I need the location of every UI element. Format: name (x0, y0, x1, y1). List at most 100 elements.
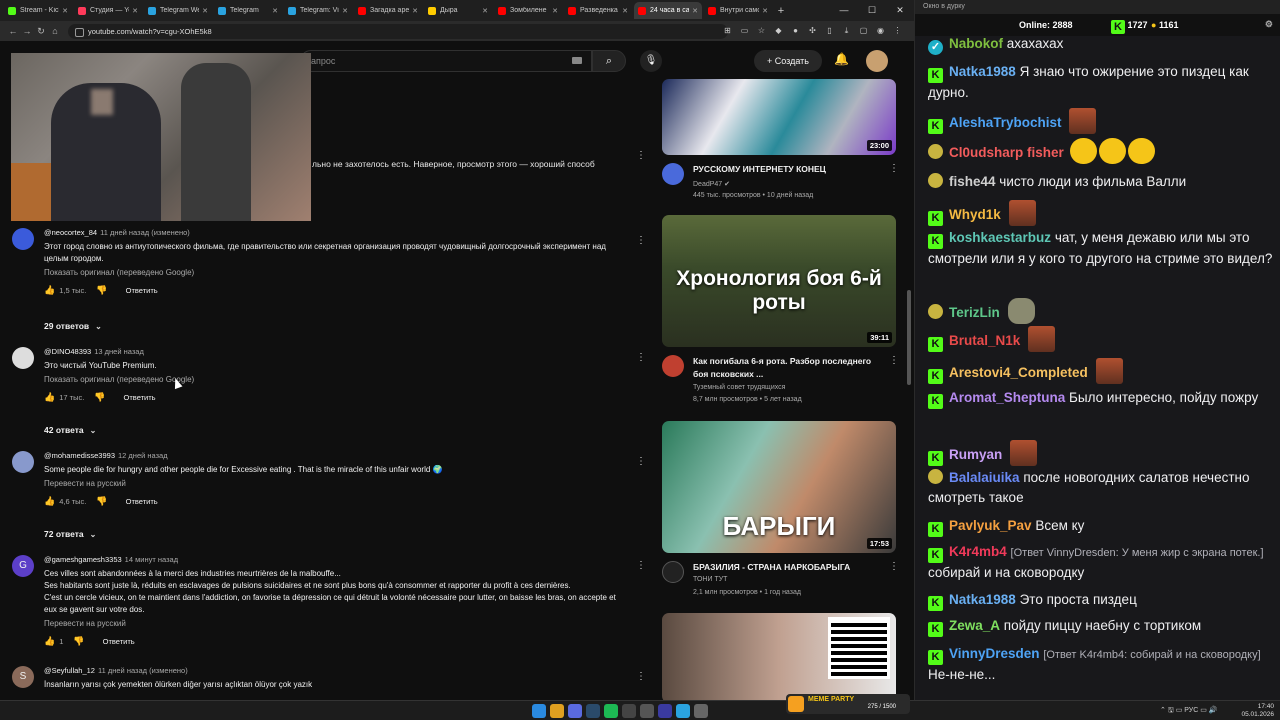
chat-username[interactable]: Pavlyuk_Pav (949, 518, 1032, 533)
reply-button[interactable]: Ответить (126, 497, 158, 506)
app-icon[interactable] (622, 704, 636, 718)
home-icon[interactable]: ⌂ (48, 26, 62, 36)
chat-username[interactable]: Cl0udsharp fisher (949, 145, 1064, 160)
forward-icon[interactable]: → (20, 26, 34, 36)
like-icon[interactable]: 👍 (44, 392, 55, 403)
bookmark-star-icon[interactable]: ☆ (753, 24, 770, 38)
comment-time[interactable]: 13 дней назад (94, 347, 144, 356)
chat-username[interactable]: Whyd1k (949, 207, 1001, 222)
comment-author[interactable]: @gameshgamesh3353 (44, 555, 122, 564)
comment-time[interactable]: 14 минут назад (125, 555, 178, 564)
browser-tab[interactable]: Зомбилене ✕ (494, 2, 562, 19)
chat-username[interactable]: Nabokof (949, 36, 1003, 51)
menu-icon[interactable]: ⋮ (889, 24, 906, 38)
back-icon[interactable]: ← (6, 26, 20, 36)
tab-close-icon[interactable]: ✕ (549, 7, 558, 15)
steam-icon[interactable] (586, 704, 600, 718)
chat-username[interactable]: VinnyDresden (949, 646, 1040, 661)
translate-link[interactable]: Перевести на русский (44, 619, 629, 628)
tab-close-icon[interactable]: ✕ (339, 7, 348, 15)
video-thumbnail[interactable]: Хронология боя 6-й роты 39:11 (662, 215, 896, 347)
app-icon[interactable] (658, 704, 672, 718)
tab-close-icon[interactable]: ✕ (479, 7, 488, 15)
video-title[interactable]: БРАЗИЛИЯ - СТРАНА НАРКОБАРЫГА (693, 561, 873, 574)
like-icon[interactable]: 👍 (44, 636, 55, 647)
reload-icon[interactable]: ↻ (34, 26, 48, 37)
download-icon[interactable]: ⤓ (838, 24, 855, 38)
maximize-button[interactable]: ☐ (858, 0, 886, 21)
video-card[interactable]: 23:00 РУССКОМУ ИНТЕРНЕТУ КОНЕЦ DeadP47 ✔… (662, 79, 907, 211)
clock[interactable]: 17:40 05.01.2026 (1241, 703, 1274, 719)
tab-close-icon[interactable]: ✕ (199, 7, 208, 15)
video-card[interactable]: БАРЫГИ 17:53 БРАЗИЛИЯ - СТРАНА НАРКОБАРЫ… (662, 421, 907, 609)
puzzle-icon[interactable]: ✣ (804, 24, 821, 38)
tab-close-icon[interactable]: ✕ (759, 7, 768, 15)
chat-username[interactable]: fishe44 (949, 174, 996, 189)
chat-username[interactable]: K4r4mb4 (949, 544, 1007, 559)
dislike-icon[interactable]: 👎 (96, 496, 107, 507)
profile-icon[interactable]: ◉ (872, 24, 889, 38)
avatar[interactable] (12, 347, 34, 369)
tab-close-icon[interactable]: ✕ (619, 7, 628, 15)
discord-icon[interactable] (568, 704, 582, 718)
app-icon[interactable] (694, 704, 708, 718)
reply-button[interactable]: Ответить (126, 286, 158, 295)
start-icon[interactable] (532, 704, 546, 718)
channel-name[interactable]: ТОНИ ТУТ (693, 576, 727, 583)
settings-icon[interactable]: ⚙ (1265, 19, 1273, 30)
replies-toggle[interactable]: 42 ответа ⌄ (44, 425, 96, 435)
tab-close-icon[interactable]: ✕ (269, 7, 278, 15)
video-menu-icon[interactable]: ⋮ (889, 561, 899, 572)
tab-search-icon[interactable]: ▢ (855, 24, 872, 38)
video-thumbnail[interactable]: БАРЫГИ 17:53 (662, 421, 896, 553)
video-card[interactable]: Хронология боя 6-й роты 39:11 Как погиба… (662, 215, 907, 403)
video-menu-icon[interactable]: ⋮ (889, 355, 899, 366)
channel-avatar[interactable] (662, 163, 684, 185)
chat-username[interactable]: AleshaTrybochist (949, 115, 1062, 130)
chat-username[interactable]: TerizLin (949, 305, 1000, 320)
browser-tab[interactable]: Внутри само ✕ (704, 2, 772, 19)
browser-tab[interactable]: Разведенка ✕ (564, 2, 632, 19)
comment-author[interactable]: @Seyfullah_12 (44, 666, 95, 675)
video-card[interactable] (662, 613, 907, 700)
sidebar-icon[interactable]: ▯ (821, 24, 838, 38)
comment-time[interactable]: 11 дней назад (изменено) (100, 228, 190, 237)
browser-tab[interactable]: Stream - Kick ✕ (4, 2, 72, 19)
avatar[interactable]: S (12, 666, 34, 688)
reply-button[interactable]: Ответить (103, 637, 135, 646)
browser-tab[interactable]: Telegram ✕ (214, 2, 282, 19)
chat-username[interactable]: Rumyan (949, 447, 1002, 462)
video-thumbnail[interactable]: 23:00 (662, 79, 896, 155)
chat-username[interactable]: Arestovi4_Completed (949, 365, 1088, 380)
browser-tab[interactable]: Telegram: View✕ (284, 2, 352, 19)
browser-tab[interactable]: Загадка арест✕ (354, 2, 422, 19)
cast-icon[interactable]: ▭ (736, 24, 753, 38)
translate-link[interactable]: Показать оригинал (переведено Google) (44, 268, 629, 277)
account-avatar[interactable] (866, 50, 888, 72)
close-button[interactable]: ✕ (886, 0, 914, 21)
channel-avatar[interactable] (662, 561, 684, 583)
minimize-button[interactable]: — (830, 0, 858, 21)
new-tab-button[interactable]: + (774, 5, 788, 17)
browser-tab[interactable]: 24 часа в сам✕ (634, 2, 702, 19)
create-button[interactable]: + Создать (754, 50, 822, 72)
translate-link[interactable]: Показать оригинал (переведено Google) (44, 375, 629, 384)
comment-author[interactable]: @DINO48393 (44, 347, 91, 356)
browser-tab[interactable]: Дыра ✕ (424, 2, 492, 19)
chat-username[interactable]: koshkaestarbuz (949, 230, 1051, 245)
dislike-icon[interactable]: 👎 (94, 392, 105, 403)
tab-close-icon[interactable]: ✕ (689, 7, 698, 15)
dislike-icon[interactable]: 👎 (73, 636, 84, 647)
chat-username[interactable]: Natka1988 (949, 64, 1016, 79)
reply-button[interactable]: Ответить (124, 393, 156, 402)
search-button[interactable]: ⌕ (592, 50, 626, 72)
mini-player[interactable] (11, 53, 311, 221)
language-indicator[interactable]: РУС (1184, 707, 1198, 714)
like-icon[interactable]: 👍 (44, 285, 55, 296)
comment-menu-icon[interactable]: ⋮ (636, 151, 646, 161)
avatar[interactable]: G (12, 555, 34, 577)
extension-icon[interactable]: ◆ (770, 24, 787, 38)
telegram-icon[interactable] (676, 704, 690, 718)
replies-toggle[interactable]: 29 ответов ⌄ (44, 321, 102, 331)
comment-menu-icon[interactable]: ⋮ (636, 672, 646, 682)
